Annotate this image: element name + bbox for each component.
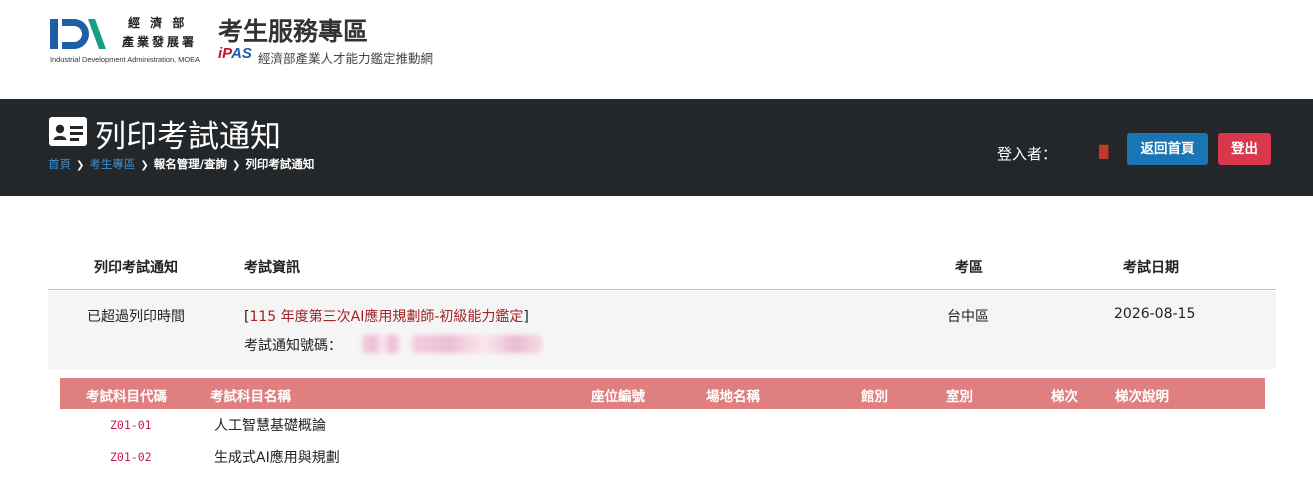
header-subject-name: 考試科目名稱: [210, 389, 291, 405]
subject-name: 人工智慧基礎概論: [214, 418, 326, 434]
header-building: 館別: [861, 389, 888, 405]
header-room: 室別: [946, 389, 973, 405]
exam-name-close: ]: [523, 309, 529, 325]
table-row: 已超過列印時間 [115 年度第三次AI應用規劃師-初級能力鑑定] 考試通知號碼…: [48, 291, 1276, 369]
breadcrumb-current: 列印考試通知: [245, 157, 315, 171]
subject-code: Z01-01: [110, 418, 152, 432]
header-session: 梯次: [1051, 389, 1078, 405]
print-status: 已超過列印時間: [87, 309, 185, 325]
agency-name-line2: 產業發展署: [122, 35, 198, 49]
agency-name-english: Industrial Development Administration, M…: [50, 55, 200, 64]
page-banner: 列印考試通知 首頁 ❯ 考生專區 ❯ 報名管理/查詢 ❯ 列印考試通知 登入者： █ 返回首…: [0, 99, 1313, 196]
header-print-notice: 列印考試通知: [94, 260, 178, 276]
table-row: Z01-01 人工智慧基礎概論: [60, 412, 1265, 440]
ipas-logo[interactable]: iPAS: [218, 45, 252, 62]
ipas-subtitle: 經濟部產業人才能力鑑定推動網: [258, 51, 434, 66]
subject-name: 生成式AI應用與規劃: [214, 450, 340, 466]
breadcrumb-home[interactable]: 首頁: [48, 157, 71, 171]
agency-name: 經 濟 部 產業發展署: [122, 14, 212, 52]
login-label: 登入者：: [997, 145, 1058, 163]
header-venue-name: 場地名稱: [706, 389, 760, 405]
header-exam-info: 考試資訊: [244, 260, 300, 276]
header-session-description: 梯次說明: [1115, 389, 1169, 405]
subject-code: Z01-02: [110, 450, 152, 464]
region-value: 台中區: [947, 309, 989, 325]
header-exam-date: 考試日期: [1123, 260, 1179, 276]
logout-button[interactable]: 登出: [1218, 133, 1271, 165]
header-subject-code: 考試科目代碼: [86, 389, 167, 405]
ida-logo-icon[interactable]: [50, 17, 108, 51]
breadcrumb-candidate-area[interactable]: 考生專區: [89, 157, 135, 171]
agency-name-line1: 經 濟 部: [128, 16, 188, 30]
header-seat-number: 座位編號: [591, 389, 645, 405]
id-card-icon: [49, 117, 87, 146]
service-title: 考生服務專區: [218, 17, 369, 46]
ipas-logo-ip: iP: [218, 45, 232, 62]
header-region: 考區: [955, 260, 983, 276]
exam-name-text: 115 年度第三次AI應用規劃師-初級能力鑑定: [249, 309, 524, 325]
breadcrumb: 首頁 ❯ 考生專區 ❯ 報名管理/查詢 ❯ 列印考試通知: [48, 156, 314, 172]
site-header: 經 濟 部 產業發展署 Industrial Development Admin…: [0, 0, 1313, 99]
user-name-redacted: █: [1099, 145, 1109, 159]
subject-table-header: 考試科目代碼 考試科目名稱 座位編號 場地名稱 館別 室別 梯次 梯次說明: [60, 378, 1265, 409]
return-home-button[interactable]: 返回首頁: [1127, 133, 1208, 165]
table-row: Z01-02 生成式AI應用與規劃: [60, 444, 1265, 472]
exam-table-header: 列印考試通知 考試資訊 考區 考試日期: [48, 240, 1276, 290]
chevron-right-icon: ❯: [140, 160, 149, 171]
breadcrumb-registration: 報名管理/查詢: [153, 157, 227, 171]
notice-number-label: 考試通知號碼：: [244, 338, 342, 354]
exam-name[interactable]: [115 年度第三次AI應用規劃師-初級能力鑑定]: [244, 306, 529, 326]
chevron-right-icon: ❯: [76, 160, 85, 171]
chevron-right-icon: ❯: [231, 160, 241, 171]
ipas-logo-as: AS: [231, 45, 252, 62]
exam-date-value: 2026-08-15: [1114, 306, 1196, 322]
notice-number-redacted: [362, 335, 400, 353]
notice-number-redacted: [412, 335, 542, 353]
page-title: 列印考試通知: [95, 119, 281, 155]
